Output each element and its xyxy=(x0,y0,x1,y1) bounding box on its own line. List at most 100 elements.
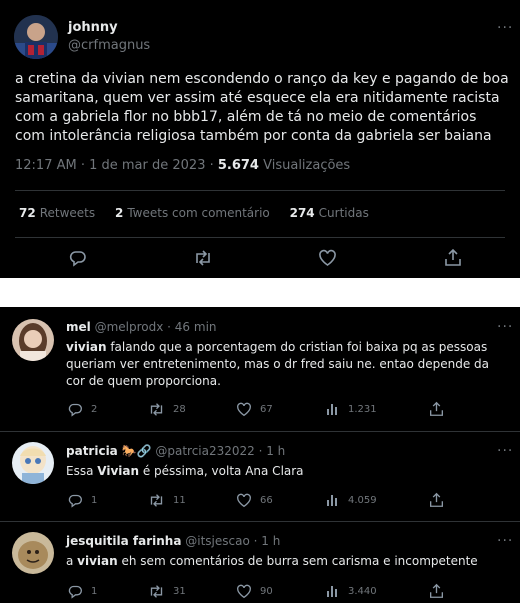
reply-text: a vivian eh sem comentários de burra sem… xyxy=(66,553,506,570)
reply-count: 1 xyxy=(91,495,98,506)
like-icon xyxy=(237,584,251,599)
like-count: 66 xyxy=(260,495,273,506)
reply-action[interactable]: 1 xyxy=(68,584,97,599)
like-icon xyxy=(237,402,251,417)
reply-body-pre: a xyxy=(66,554,78,568)
more-options-icon[interactable]: ··· xyxy=(497,20,513,36)
replies-panel: mel @melprodx · 46 min ··· vivian faland… xyxy=(0,307,520,603)
likes-stat[interactable]: 274 Curtidas xyxy=(290,206,369,220)
retweet-count: 31 xyxy=(173,586,186,597)
retweet-count: 11 xyxy=(173,495,186,506)
views-count: 1.231 xyxy=(348,403,377,415)
reply-header: mel @melprodx · 46 min xyxy=(66,320,217,334)
reply-author-name[interactable]: jesquitila farinha xyxy=(66,534,181,548)
highlight-term: vivian xyxy=(77,554,118,568)
horse-emoji-icon: 🐎 xyxy=(121,444,137,458)
views-icon xyxy=(327,586,337,597)
reply-handle-time[interactable]: @patrcia232022 · 1 h xyxy=(155,444,285,458)
reply-tweet[interactable]: patricia 🐎🔗 @patrcia232022 · 1 h ··· Ess… xyxy=(0,432,520,520)
reply-icon xyxy=(68,403,82,417)
reply-text: vivian falando que a porcentagem do cris… xyxy=(66,339,506,390)
share-icon xyxy=(430,492,443,507)
reply-body: falando que a porcentagem do cristian fo… xyxy=(66,340,489,388)
like-action[interactable]: 66 xyxy=(236,493,273,508)
share-action[interactable] xyxy=(429,492,444,508)
views-count: 3.440 xyxy=(348,585,377,597)
quotes-label: Tweets com comentário xyxy=(127,206,270,220)
reply-action[interactable]: 2 xyxy=(68,402,97,417)
divider xyxy=(15,237,505,238)
share-action[interactable] xyxy=(429,401,444,417)
retweet-icon xyxy=(150,585,163,598)
retweet-action[interactable]: 28 xyxy=(148,402,186,417)
reply-author-name[interactable]: mel xyxy=(66,320,91,334)
share-icon[interactable] xyxy=(444,248,462,267)
views-count: 5.674 xyxy=(217,158,259,173)
retweet-action[interactable]: 11 xyxy=(148,493,186,508)
like-icon[interactable] xyxy=(318,249,337,267)
share-icon xyxy=(430,401,443,416)
more-options-icon[interactable]: ··· xyxy=(497,533,513,549)
tweet-text: a cretina da vivian nem escondendo o ran… xyxy=(15,71,509,144)
quotes-count: 2 xyxy=(114,206,124,220)
like-action[interactable]: 67 xyxy=(236,402,273,417)
main-tweet-panel: johnny @crfmagnus ··· a cretina da vivia… xyxy=(0,0,520,278)
retweet-icon xyxy=(150,494,163,507)
avatar[interactable] xyxy=(12,442,54,484)
link-emoji-icon: 🔗 xyxy=(136,444,152,458)
more-options-icon[interactable]: ··· xyxy=(497,319,513,335)
author-handle[interactable]: @crfmagnus xyxy=(68,38,150,53)
reply-body: eh sem comentários de burra sem carisma … xyxy=(117,554,478,568)
avatar[interactable] xyxy=(12,319,54,361)
retweets-count: 72 xyxy=(19,206,36,220)
like-count: 67 xyxy=(260,404,273,415)
share-icon xyxy=(430,583,443,598)
author-name[interactable]: johnny xyxy=(68,20,118,35)
likes-count: 274 xyxy=(289,206,315,220)
reply-count: 2 xyxy=(91,404,98,415)
reply-text: Essa Vivian é péssima, volta Ana Clara xyxy=(66,463,506,480)
reply-icon xyxy=(68,494,82,508)
views-action[interactable]: 1.231 xyxy=(326,402,377,416)
views-label: Visualizações xyxy=(258,158,351,173)
views-icon xyxy=(327,404,337,415)
quotes-stat[interactable]: 2 Tweets com comentário xyxy=(115,206,270,220)
like-action[interactable]: 90 xyxy=(236,584,273,599)
reply-handle-time[interactable]: @melprodx · 46 min xyxy=(95,320,217,334)
views-icon xyxy=(327,495,337,506)
share-action[interactable] xyxy=(429,583,444,599)
reply-body-pre: Essa xyxy=(66,464,98,478)
views-count: 4.059 xyxy=(348,494,377,506)
avatar[interactable] xyxy=(14,15,58,59)
engagement-stats: 72 Retweets 2 Tweets com comentário 274 Cur… xyxy=(19,206,385,220)
retweets-label: Retweets xyxy=(39,206,96,220)
reply-author-name[interactable]: patricia xyxy=(66,444,118,458)
views-action[interactable]: 3.440 xyxy=(326,584,377,598)
likes-label: Curtidas xyxy=(318,206,369,220)
like-icon xyxy=(237,493,251,508)
more-options-icon[interactable]: ··· xyxy=(497,443,513,459)
reply-count: 1 xyxy=(91,586,98,597)
avatar[interactable] xyxy=(12,532,54,574)
views-action[interactable]: 4.059 xyxy=(326,493,377,507)
tweet-timestamp[interactable]: 12:17 AM · 1 de mar de 2023 · xyxy=(15,158,218,173)
reply-icon xyxy=(68,585,82,599)
reply-tweet[interactable]: mel @melprodx · 46 min ··· vivian faland… xyxy=(0,307,520,431)
reply-body: é péssima, volta Ana Clara xyxy=(139,464,304,478)
reply-header: jesquitila farinha @itsjescao · 1 h xyxy=(66,534,280,548)
retweet-icon[interactable] xyxy=(193,249,213,267)
reply-handle-time[interactable]: @itsjescao · 1 h xyxy=(185,534,280,548)
highlight-term: Vivian xyxy=(97,464,140,478)
tweet-meta: 12:17 AM · 1 de mar de 2023 · 5.674 Visu… xyxy=(15,158,350,173)
reply-tweet[interactable]: jesquitila farinha @itsjescao · 1 h ··· … xyxy=(0,522,520,603)
retweet-count: 28 xyxy=(173,404,186,415)
reply-header: patricia 🐎🔗 @patrcia232022 · 1 h xyxy=(66,444,285,458)
retweet-icon xyxy=(150,403,163,416)
divider xyxy=(15,190,505,191)
reply-action[interactable]: 1 xyxy=(68,493,97,508)
retweet-action[interactable]: 31 xyxy=(148,584,186,599)
reply-icon[interactable] xyxy=(69,249,87,267)
highlight-term: vivian xyxy=(66,340,107,354)
like-count: 90 xyxy=(260,586,273,597)
retweets-stat[interactable]: 72 Retweets xyxy=(19,206,95,220)
